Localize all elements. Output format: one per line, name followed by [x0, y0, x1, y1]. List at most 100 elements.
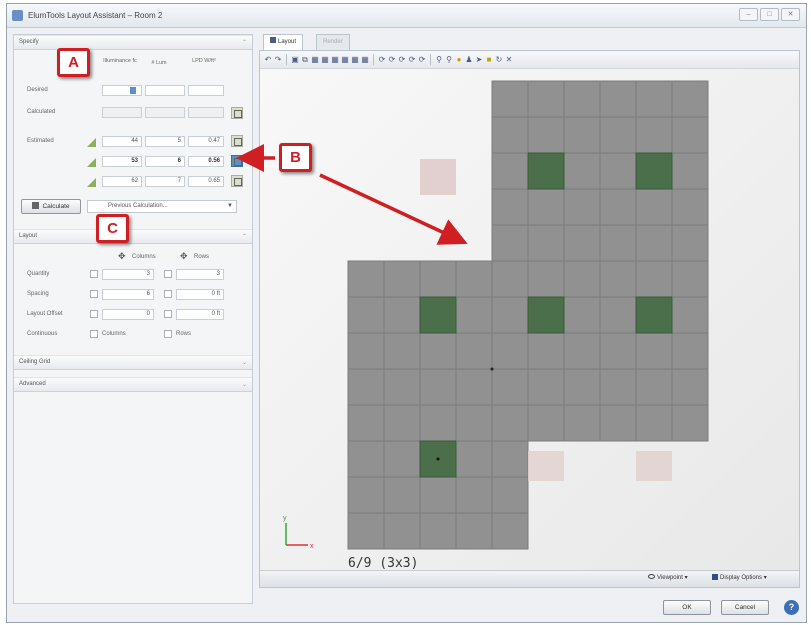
ceiling-tile [635, 404, 673, 442]
estimate-high-icon [87, 178, 96, 187]
desired-illuminance-field[interactable] [102, 85, 142, 96]
minimize-button[interactable]: – [739, 8, 758, 21]
specify-section-header[interactable]: Specify ⌃ [14, 35, 252, 50]
ceiling-tile [419, 260, 457, 298]
cut-icon[interactable]: ✕ [505, 55, 513, 64]
apply-estimate-low-icon[interactable] [231, 135, 243, 147]
save-icon[interactable]: ▣ [291, 55, 299, 64]
quantity-columns-field[interactable]: 3 [102, 269, 154, 280]
view-side-icon[interactable]: ▦ [331, 55, 339, 64]
desired-lpd-field[interactable] [188, 85, 224, 96]
luminaire[interactable] [527, 296, 565, 334]
continuous-rows-checkbox[interactable] [164, 330, 172, 338]
ceiling-tile [491, 332, 529, 370]
maximize-button[interactable]: □ [760, 8, 779, 21]
roll-icon[interactable]: ⟳ [408, 55, 416, 64]
luminaire[interactable] [419, 296, 457, 334]
zoom-out-icon[interactable]: ⚲ [445, 55, 453, 64]
back-icon[interactable]: ↶ [264, 55, 272, 64]
advanced-section-header[interactable]: Advanced ⌄ [14, 377, 252, 392]
continuous-columns-checkbox[interactable] [90, 330, 98, 338]
cancel-button[interactable]: Cancel [721, 600, 769, 615]
forward-icon[interactable]: ↷ [274, 55, 282, 64]
ceiling-tile [671, 260, 709, 298]
display-options-menu[interactable]: Display Options ▾ [712, 574, 767, 581]
close-button[interactable]: ✕ [781, 8, 800, 21]
offset-columns-field[interactable]: 0 [102, 309, 154, 320]
rotate-icon[interactable]: ⟳ [398, 55, 406, 64]
view-back-icon[interactable]: ▦ [341, 55, 349, 64]
window-title: ElumTools Layout Assistant – Room 2 [28, 11, 163, 20]
ceiling-3d-view[interactable]: x y [260, 69, 799, 571]
x-axis-label: x [310, 543, 314, 550]
quantity-rows-checkbox[interactable] [164, 270, 172, 278]
title-bar: ElumTools Layout Assistant – Room 2 – □ … [7, 4, 806, 28]
viewpoint-menu[interactable]: Viewpoint ▾ [648, 574, 688, 581]
spacing-rows-checkbox[interactable] [164, 290, 172, 298]
orbit-icon[interactable]: ⟳ [378, 55, 386, 64]
apply-estimate-mid-icon[interactable] [231, 155, 243, 167]
window-controls: – □ ✕ [739, 8, 800, 21]
view-left-icon[interactable]: ▦ [351, 55, 359, 64]
luminaire[interactable] [635, 296, 673, 334]
person-icon[interactable]: ♟ [465, 55, 473, 64]
walk-icon[interactable]: ➤ [475, 55, 483, 64]
tab-render[interactable]: Render [316, 34, 350, 50]
luminaire[interactable] [635, 152, 673, 190]
sun-icon[interactable]: ● [455, 55, 463, 64]
refresh-icon[interactable]: ↻ [495, 55, 503, 64]
ceiling-grid-section-header[interactable]: Ceiling Grid ⌄ [14, 355, 252, 370]
offset-columns-checkbox[interactable] [90, 310, 98, 318]
ceiling-tile [671, 332, 709, 370]
tab-render-label: Render [323, 39, 343, 45]
ceiling-tile [527, 404, 565, 442]
ceiling-tile [635, 188, 673, 226]
eye-icon [648, 574, 655, 579]
calculate-button[interactable]: Calculate [21, 199, 81, 214]
quantity-columns-checkbox[interactable] [90, 270, 98, 278]
estimated-illuminance-mid: 53 [102, 156, 142, 167]
ceiling-tile [383, 404, 421, 442]
copy-icon[interactable]: ⧉ [301, 55, 309, 64]
ceiling-tile [671, 152, 709, 190]
desired-lum-field[interactable] [145, 85, 185, 96]
layout-viewport[interactable]: ↶ ↷ ▣ ⧉ ▦ ▦ ▦ ▦ ▦ ▦ ⟳ ⟳ ⟳ ⟳ ⟳ ⚲ ⚲ ● ♟ ➤ … [259, 50, 800, 588]
ceiling-tile [491, 368, 529, 406]
offset-rows-checkbox[interactable] [164, 310, 172, 318]
offset-rows-field[interactable]: 0 ft [176, 309, 224, 320]
spacing-columns-field[interactable]: 6 [102, 289, 154, 300]
ceiling-tile [491, 404, 529, 442]
estimated-label: Estimated [27, 138, 54, 144]
ghost-luminaire [420, 159, 456, 195]
apply-calculated-icon[interactable] [231, 107, 243, 119]
view-top-icon[interactable]: ▦ [311, 55, 319, 64]
ceiling-tile [419, 404, 457, 442]
folder-icon[interactable]: ■ [485, 55, 493, 64]
chevron-down-icon: ⌄ [241, 360, 247, 366]
previous-calculation-dropdown[interactable]: Previous Calculation... ▼ [87, 200, 237, 213]
help-icon[interactable]: ? [784, 600, 799, 615]
tab-layout[interactable]: Layout [263, 34, 304, 50]
view-front-icon[interactable]: ▦ [321, 55, 329, 64]
pan-icon[interactable]: ⟳ [388, 55, 396, 64]
apply-estimate-high-icon[interactable] [231, 175, 243, 187]
spacing-rows-field[interactable]: 0 ft [176, 289, 224, 300]
spacing-label: Spacing [27, 291, 49, 297]
luminaire[interactable] [527, 152, 565, 190]
zoom-in-icon[interactable]: ⚲ [435, 55, 443, 64]
center-point [490, 367, 494, 371]
ceiling-tile [491, 296, 529, 334]
ok-button[interactable]: OK [663, 600, 711, 615]
layout-section-header[interactable]: Layout ⌃ [14, 229, 252, 244]
ceiling-tile [527, 368, 565, 406]
ceiling-tile [347, 260, 385, 298]
quantity-rows-field[interactable]: 3 [176, 269, 224, 280]
quantity-label: Quantity [27, 271, 50, 277]
spacing-columns-checkbox[interactable] [90, 290, 98, 298]
ceiling-tile [599, 188, 637, 226]
ceiling-tile [671, 368, 709, 406]
spin-icon[interactable]: ⟳ [418, 55, 426, 64]
view-iso-icon[interactable]: ▦ [361, 55, 369, 64]
ceiling-tile [527, 260, 565, 298]
ceiling-tile [383, 440, 421, 478]
